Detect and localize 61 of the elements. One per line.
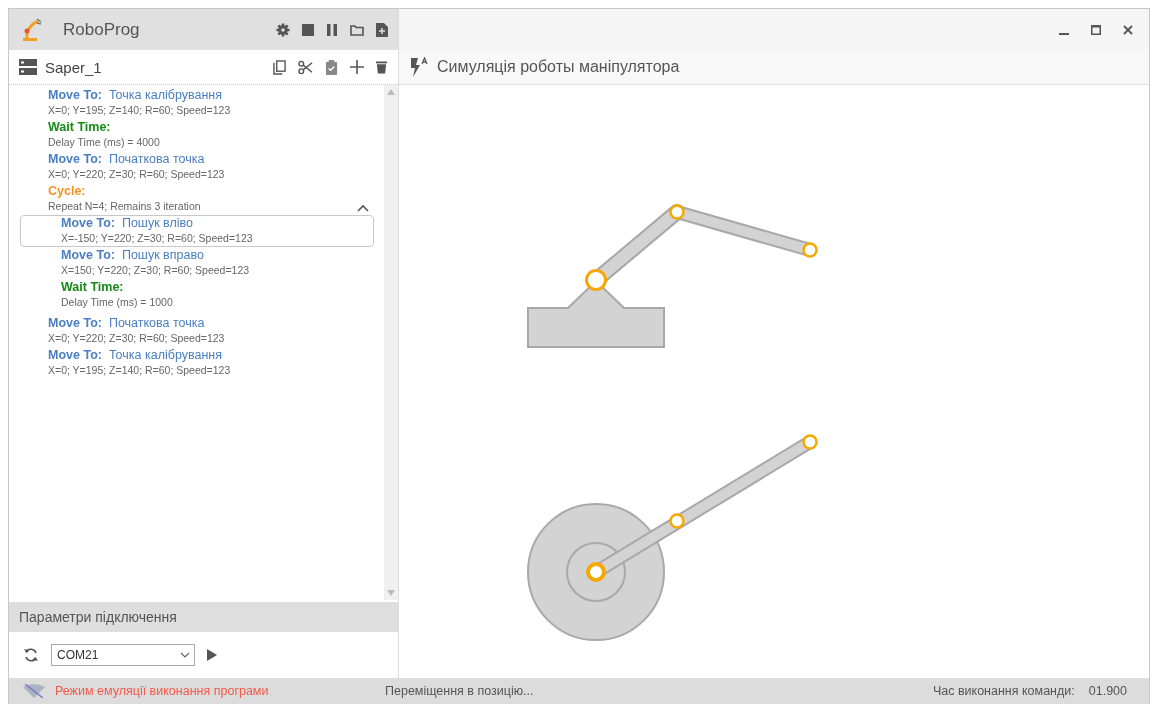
step-params: Repeat N=4; Remains 3 iteration — [48, 200, 201, 212]
pause-icon[interactable] — [326, 23, 338, 36]
program-step[interactable]: Move To: Початкова точка X=0; Y=220; Z=30; R=60; Speed=123 — [9, 315, 374, 347]
clipboard-icon[interactable] — [325, 59, 338, 75]
step-type: Move To: — [61, 216, 115, 230]
delete-icon[interactable] — [376, 60, 387, 74]
step-params: X=-150; Y=220; Z=30; R=60; Speed=123 — [61, 232, 253, 244]
play-icon[interactable] — [207, 649, 217, 661]
emulation-mode-text: Режим емуляції виконання програми — [55, 684, 270, 698]
program-step[interactable]: Wait Time: Delay Time (ms) = 4000 — [9, 119, 374, 151]
step-target: Точка калібрування — [108, 348, 222, 362]
program-step[interactable]: Move To: Пошук вліво X=-150; Y=220; Z=30; R=60; Speed=123 — [20, 215, 374, 247]
close-icon[interactable] — [1123, 24, 1133, 35]
step-params: Delay Time (ms) = 1000 — [61, 296, 173, 308]
simulation-title: Симуляція роботы маніпулятора — [437, 58, 680, 76]
step-type: Move To: — [48, 152, 102, 166]
app-title: RoboProg — [63, 19, 140, 40]
program-step[interactable]: Cycle: Repeat N=4; Remains 3 iteration — [9, 183, 374, 215]
program-step[interactable]: Wait Time: Delay Time (ms) = 1000 — [20, 279, 374, 311]
step-params: X=0; Y=195; Z=140; R=60; Speed=123 — [48, 104, 231, 116]
add-icon[interactable] — [350, 60, 364, 74]
maximize-icon[interactable] — [1091, 24, 1101, 35]
execution-time-value: 01.900 — [1088, 684, 1127, 698]
section-header: Параметри підключення — [9, 602, 398, 632]
collapse-icon[interactable] — [357, 204, 369, 212]
step-target: Пошук вправо — [121, 248, 204, 262]
step-params: X=0; Y=220; Z=30; R=60; Speed=123 — [48, 332, 225, 344]
step-type: Move To: — [61, 248, 115, 262]
step-type: Move To: — [48, 316, 102, 330]
program-step[interactable]: Move To: Точка калібрування X=0; Y=195; Z=140; R=60; Speed=123 — [9, 347, 374, 379]
stop-icon[interactable] — [302, 23, 314, 36]
step-type: Wait Time: — [48, 120, 111, 134]
step-type: Wait Time: — [61, 280, 124, 294]
cut-icon[interactable] — [298, 59, 313, 75]
step-type: Cycle: — [48, 184, 86, 198]
execution-time-label: Час виконання команди: — [932, 684, 1075, 698]
flash-icon — [409, 57, 429, 77]
new-file-icon[interactable] — [376, 22, 388, 37]
step-params: X=0; Y=220; Z=30; R=60; Speed=123 — [48, 168, 225, 180]
program-step[interactable]: Move To: Точка калібрування X=0; Y=195; Z=140; R=60; Speed=123 — [9, 87, 374, 119]
step-params: Delay Time (ms) = 4000 — [48, 136, 160, 148]
folder-icon[interactable] — [350, 23, 364, 36]
program-step[interactable]: Move To: Початкова точка X=0; Y=220; Z=30; R=60; Speed=123 — [9, 151, 374, 183]
step-target: Початкова точка — [108, 152, 205, 166]
port-dropdown[interactable]: COM21 — [51, 644, 195, 666]
chevron-down-icon — [180, 652, 190, 658]
status-message: Переміщення в позицію... — [385, 684, 534, 698]
step-target: Точка калібрування — [108, 88, 222, 102]
refresh-icon[interactable] — [23, 647, 39, 663]
server-icon — [19, 59, 37, 75]
program-name: Saper_1 — [45, 58, 102, 76]
step-target: Пошук вліво — [121, 216, 193, 230]
step-type: Move To: — [48, 348, 102, 362]
wifi-off-icon — [23, 684, 45, 698]
step-type: Move To: — [48, 88, 102, 102]
step-target: Початкова точка — [108, 316, 205, 330]
program-step[interactable]: Move To: Пошук вправо X=150; Y=220; Z=30; R=60; Speed=123 — [20, 247, 374, 279]
step-params: X=150; Y=220; Z=30; R=60; Speed=123 — [61, 264, 250, 276]
step-params: X=0; Y=195; Z=140; R=60; Speed=123 — [48, 364, 231, 376]
settings-icon[interactable] — [276, 22, 290, 37]
copy-icon[interactable] — [273, 59, 286, 75]
